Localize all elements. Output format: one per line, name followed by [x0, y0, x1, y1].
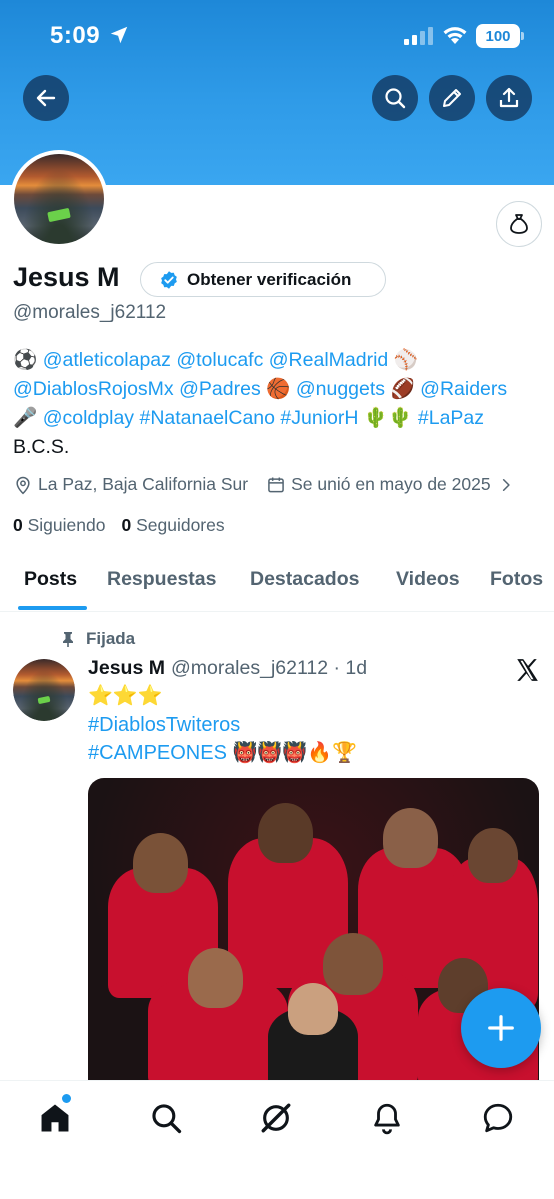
tweet-author[interactable]: Jesus M: [88, 657, 165, 680]
profile-meta: La Paz, Baja California Sur Se unió en m…: [13, 474, 536, 495]
home-icon[interactable]: [38, 1101, 72, 1135]
bottom-navigation: [0, 1080, 554, 1199]
tweet-stars: ⭐⭐⭐: [88, 685, 163, 707]
share-icon: [499, 87, 519, 108]
mention-link[interactable]: @Padres: [179, 378, 261, 400]
get-verified-button[interactable]: Obtener verificación: [140, 262, 386, 297]
battery-indicator: 100: [476, 24, 520, 48]
mention-link[interactable]: @tolucafc: [176, 349, 263, 371]
profile-tabs: Posts Respuestas Destacados Videos Fotos: [0, 558, 554, 612]
get-verified-label: Obtener verificación: [187, 269, 352, 289]
bio-text: 🏀: [260, 378, 296, 400]
following-count: 0: [13, 515, 23, 535]
hashtag-link[interactable]: #LaPaz: [418, 407, 484, 429]
hashtag-link[interactable]: #JuniorH: [280, 407, 358, 429]
profile-avatar[interactable]: [10, 150, 108, 248]
chevron-right-icon: [502, 478, 510, 491]
bio-text: ⚾: [388, 349, 418, 371]
tweet-handle-time: @morales_j62112 · 1d: [170, 657, 368, 679]
message-icon[interactable]: [481, 1101, 515, 1135]
arrow-left-icon: [36, 89, 56, 107]
avatar-image: [14, 154, 104, 244]
tweet-avatar[interactable]: [13, 659, 75, 721]
bio-text: ⚽: [13, 349, 43, 371]
profile-bio: ⚽ @atleticolapaz @tolucafc @RealMadrid ⚾…: [13, 346, 548, 462]
back-button[interactable]: [23, 75, 69, 121]
search-icon[interactable]: [149, 1101, 183, 1135]
hashtag-link[interactable]: #CAMPEONES: [88, 742, 227, 764]
bio-line-4: B.C.S.: [13, 436, 70, 458]
follow-counts: 0 Siguiendo 0 Seguidores: [13, 515, 225, 536]
wifi-icon: [443, 27, 467, 44]
tab-photos[interactable]: Fotos: [490, 568, 543, 591]
tab-replies[interactable]: Respuestas: [107, 568, 216, 591]
pin-icon: [63, 632, 73, 647]
tips-button[interactable]: [496, 201, 542, 247]
money-bag-icon: [510, 214, 528, 234]
grok-icon[interactable]: [259, 1101, 293, 1135]
plus-icon: [488, 1015, 514, 1041]
hashtag-link[interactable]: #DiablosTwiteros: [88, 711, 240, 739]
profile-handle: @morales_j62112: [13, 302, 167, 323]
tweet-line-3: #CAMPEONES 👹👹👹🔥🏆: [88, 739, 357, 767]
active-tab-indicator: [18, 606, 87, 610]
share-button[interactable]: [486, 75, 532, 121]
location-pin-icon: [16, 476, 30, 494]
compose-button[interactable]: [461, 988, 541, 1068]
edit-button[interactable]: [429, 75, 475, 121]
joined-item[interactable]: Se unió en mayo de 2025: [266, 474, 517, 495]
search-icon: [385, 88, 406, 109]
bio-line-3: 🎤 @coldplay #NatanaelCano #JuniorH 🌵🌵 #L…: [13, 404, 548, 433]
followers-label: Seguidores: [136, 515, 225, 535]
tweet-emoji: 👹👹👹🔥🏆: [226, 742, 358, 764]
search-button[interactable]: [372, 75, 418, 121]
mention-link[interactable]: @Raiders: [420, 378, 507, 400]
bio-line-2: @DiablosRojosMx @Padres 🏀 @nuggets 🏈 @Ra…: [13, 375, 548, 404]
bio-text: 🎤: [13, 407, 43, 429]
status-time: 5:09: [50, 22, 101, 49]
location-arrow-icon: [110, 26, 128, 44]
mention-link[interactable]: @DiablosRojosMx: [13, 378, 174, 400]
cellular-signal-icon: [404, 27, 433, 45]
mention-link[interactable]: @RealMadrid: [269, 349, 389, 371]
pinned-text: Fijada: [86, 629, 136, 648]
tweet-header: Jesus M @morales_j62112 · 1d: [88, 657, 367, 680]
following-label: Siguiendo: [27, 515, 106, 535]
verified-badge-icon: [161, 270, 177, 289]
tab-highlights[interactable]: Destacados: [250, 568, 359, 591]
location-item: La Paz, Baja California Sur: [13, 474, 248, 495]
location-text: La Paz, Baja California Sur: [38, 474, 249, 494]
mention-link[interactable]: @coldplay: [43, 407, 134, 429]
hashtag-link[interactable]: #NatanaelCano: [139, 407, 275, 429]
pinned-label: Fijada: [60, 629, 135, 649]
following-link[interactable]: 0 Siguiendo: [13, 515, 105, 536]
followers-count: 0: [121, 515, 132, 535]
joined-text: Se unió en mayo de 2025: [291, 474, 491, 494]
battery-tip: [521, 32, 524, 40]
mention-link[interactable]: @atleticolapaz: [43, 349, 171, 371]
avatar-image: [13, 659, 75, 721]
followers-link[interactable]: 0 Seguidores: [121, 515, 224, 536]
bio-text: 🏈: [385, 378, 421, 400]
bio-text: 🌵🌵: [358, 407, 418, 429]
tab-posts[interactable]: Posts: [24, 568, 77, 591]
mention-link[interactable]: @nuggets: [296, 378, 385, 400]
status-bar: 5:09 100: [0, 0, 554, 72]
bio-line-1: ⚽ @atleticolapaz @tolucafc @RealMadrid ⚾: [13, 346, 548, 375]
tab-videos[interactable]: Videos: [396, 568, 460, 591]
profile-name: Jesus M: [13, 262, 120, 292]
bell-icon[interactable]: [370, 1101, 404, 1135]
notification-dot: [62, 1094, 71, 1103]
x-logo-icon[interactable]: [514, 657, 540, 683]
calendar-icon: [268, 477, 284, 492]
pencil-icon: [443, 89, 461, 107]
